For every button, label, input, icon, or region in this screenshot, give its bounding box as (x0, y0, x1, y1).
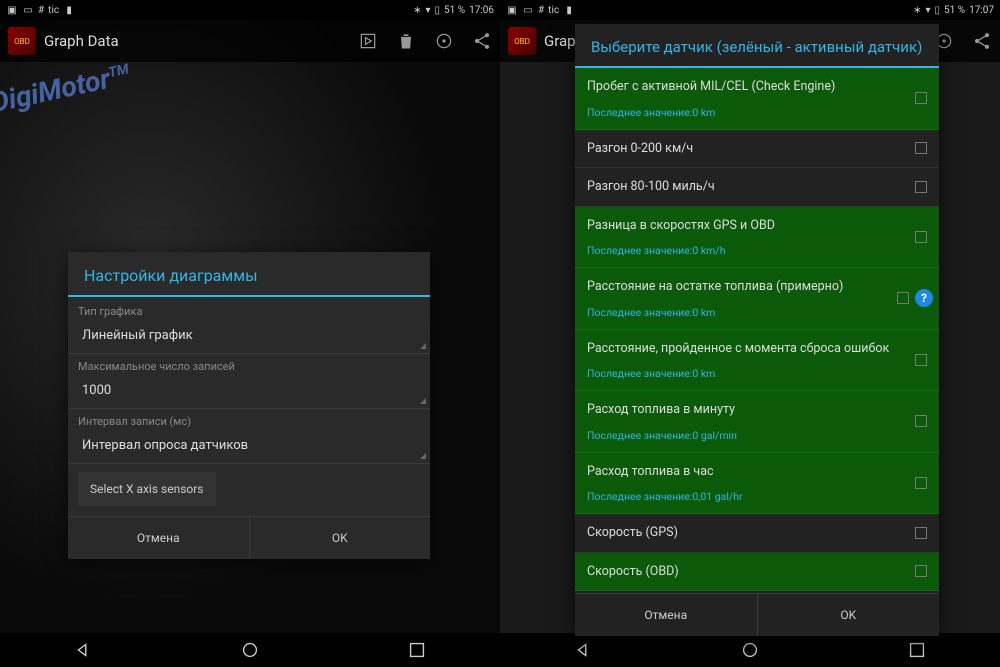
status-bar: ▣ ▭ # tic ▮ ∗ ▾ ▯ 51 % 17:07 (500, 0, 1000, 20)
battery-label: 51 % (944, 5, 965, 16)
sensor-checkbox[interactable] (915, 527, 927, 539)
sensor-last-value: Последнее значение:0 km (587, 106, 903, 119)
sensor-checkbox[interactable] (915, 181, 927, 193)
sensor-last-value: Последнее значение:0 gal/min (587, 429, 903, 442)
wifi-icon: ▾ (926, 5, 931, 16)
cancel-button[interactable]: Отмена (575, 594, 758, 636)
max-records-select[interactable]: 1000 (68, 375, 430, 409)
signal-icon: ▮ (563, 4, 575, 16)
sensor-item[interactable]: Разница в скоростях GPS и OBD Последнее з… (575, 207, 939, 269)
app-bar: OBD Graph Data (0, 20, 500, 62)
dialog-title: Выберите датчик (зелёный - активный датч… (575, 24, 939, 66)
sensor-item[interactable]: Разгон 0-200 км/ч (575, 130, 939, 169)
sensor-checkbox[interactable] (915, 92, 927, 104)
carrier-label: tic (48, 5, 59, 16)
chart-settings-dialog: Настройки диаграммы Тип графика Линейный… (68, 252, 430, 559)
notif-icon: ▭ (22, 4, 34, 16)
nav-bar (500, 633, 1000, 667)
notif-icon: ▣ (6, 4, 18, 16)
app-logo-icon: OBD (508, 27, 536, 55)
sensor-last-value: Последнее значение:0 km/h (587, 244, 903, 257)
clock-label: 17:06 (469, 5, 494, 16)
sensor-last-value: Последнее значение:0,01 gal/hr (587, 490, 903, 503)
target-icon[interactable] (434, 31, 454, 51)
recent-icon[interactable] (406, 639, 428, 661)
sensor-item[interactable]: Расход топлива в минуту Последнее значени… (575, 391, 939, 453)
nav-bar (0, 633, 500, 667)
ok-button[interactable]: OK (758, 594, 940, 636)
status-bar: ▣ ▭ # tic ▮ ∗ ▾ ▯ 51 % 17:06 (0, 0, 500, 20)
sensor-name: Скорость (GPS) (587, 524, 903, 542)
sensor-checkbox[interactable] (915, 477, 927, 489)
sensor-item[interactable]: Пробег с активной MIL/CEL (Check Engine)… (575, 68, 939, 130)
bluetooth-icon: ∗ (413, 5, 421, 16)
sensor-item[interactable]: Разгон 80-100 миль/ч (575, 168, 939, 207)
sensor-select-dialog: Выберите датчик (зелёный - активный датч… (575, 24, 939, 636)
dialog-title: Настройки диаграммы (68, 252, 430, 295)
interval-label: Интервал записи (мс) (68, 409, 430, 430)
sensor-item[interactable]: Скорость (GPS) (575, 514, 939, 553)
chart-type-label: Тип графика (68, 299, 430, 320)
sensor-name: Расход топлива в час (587, 463, 903, 481)
sensor-list[interactable]: Пробег с активной MIL/CEL (Check Engine)… (575, 68, 939, 593)
hash-icon: # (538, 5, 544, 16)
sensor-checkbox[interactable] (915, 142, 927, 154)
hash-icon: # (38, 5, 44, 16)
screen-left: ▣ ▭ # tic ▮ ∗ ▾ ▯ 51 % 17:06 OBD Graph D… (0, 0, 500, 667)
max-records-label: Максимальное число записей (68, 354, 430, 375)
share-icon[interactable] (472, 31, 492, 51)
home-icon[interactable] (239, 639, 261, 661)
chart-type-select[interactable]: Линейный график (68, 320, 430, 354)
sensor-name: Расстояние на остатке топлива (примерно) (587, 278, 903, 296)
sensor-name: Разгон 0-200 км/ч (587, 140, 903, 158)
help-icon[interactable]: ? (915, 289, 933, 307)
sensor-name: Скорость (OBD) (587, 563, 903, 581)
sensor-item[interactable]: Расстояние на остатке топлива (примерно)… (575, 268, 939, 330)
interval-select[interactable]: Интервал опроса датчиков (68, 430, 430, 464)
cancel-button[interactable]: Отмена (68, 517, 250, 559)
share-icon[interactable] (972, 31, 992, 51)
ok-button[interactable]: OK (250, 517, 431, 559)
sensor-name: Разница в скоростях GPS и OBD (587, 217, 903, 235)
sensor-checkbox[interactable] (915, 231, 927, 243)
sensor-name: Разгон 80-100 миль/ч (587, 178, 903, 196)
clock-label: 17:07 (969, 5, 994, 16)
battery-icon: ▯ (935, 5, 941, 16)
recent-icon[interactable] (906, 639, 928, 661)
battery-label: 51 % (444, 5, 465, 16)
signal-icon: ▮ (63, 4, 75, 16)
sensor-name: Пробег с активной MIL/CEL (Check Engine) (587, 78, 903, 96)
trash-icon[interactable] (396, 31, 416, 51)
back-icon[interactable] (572, 639, 594, 661)
sensor-checkbox[interactable] (915, 565, 927, 577)
sensor-item[interactable]: Расход топлива в час Последнее значение:0… (575, 453, 939, 515)
home-icon[interactable] (739, 639, 761, 661)
back-icon[interactable] (72, 639, 94, 661)
sensor-item[interactable]: Скорость (OBD) (575, 553, 939, 592)
bluetooth-icon: ∗ (913, 5, 921, 16)
sensor-name: Расход топлива в минуту (587, 401, 903, 419)
sensor-item[interactable]: Расстояние, пройденное с момента сброса … (575, 330, 939, 392)
sensor-checkbox[interactable] (915, 415, 927, 427)
wifi-icon: ▾ (426, 5, 431, 16)
play-icon[interactable] (358, 31, 378, 51)
sensor-last-value: Последнее значение:0 km (587, 306, 903, 319)
battery-icon: ▯ (435, 5, 441, 16)
app-logo-icon: OBD (8, 27, 36, 55)
sensor-last-value: Последнее значение:0 km (587, 367, 903, 380)
watermark: DigiMotorTM (0, 62, 133, 119)
sensor-name: Расстояние, пройденное с момента сброса … (587, 340, 903, 358)
sensor-checkbox[interactable] (897, 292, 909, 304)
select-sensors-button[interactable]: Select X axis sensors (78, 472, 216, 506)
sensor-checkbox[interactable] (915, 354, 927, 366)
app-title: Graph Data (44, 32, 350, 50)
notif-icon: ▭ (522, 4, 534, 16)
notif-icon: ▣ (506, 4, 518, 16)
carrier-label: tic (548, 5, 559, 16)
